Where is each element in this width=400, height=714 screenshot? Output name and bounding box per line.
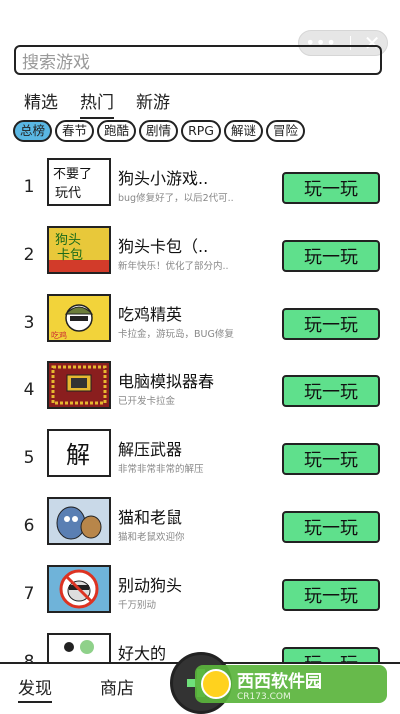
play-button[interactable]: 玩一玩	[282, 443, 380, 476]
game-thumbnail: 吃鸡	[47, 293, 111, 342]
chip-parkour[interactable]: 跑酷	[97, 120, 137, 142]
game-thumbnail	[47, 564, 111, 613]
svg-text:吃鸡: 吃鸡	[51, 330, 67, 340]
game-title: 狗头卡包（..	[118, 236, 209, 256]
rank-number: 5	[23, 448, 35, 469]
chip-story[interactable]: 剧情	[139, 120, 179, 142]
chip-overall[interactable]: 总榜	[13, 120, 53, 142]
rank-number: 6	[23, 515, 35, 536]
rank-number: 7	[23, 583, 35, 604]
rank-number: 1	[23, 177, 35, 197]
list-item[interactable]: 2 狗头 卡包 狗头卡包（.. 新年快乐！优化了部分内.. 玩一玩	[0, 223, 400, 291]
play-button[interactable]: 玩一玩	[282, 172, 380, 204]
game-description: bug修复好了，以后2代可..	[118, 193, 234, 204]
watermark-logo-icon	[201, 669, 231, 699]
game-description: 已开发卡拉金	[118, 396, 176, 408]
chip-rpg[interactable]: RPG	[181, 120, 221, 142]
tab-hot[interactable]: 热门	[80, 88, 114, 119]
svg-text:解: 解	[66, 441, 90, 469]
list-item[interactable]: 1 不要了 玩代 狗头小游戏.. bug修复好了，以后2代可.. 玩一玩	[0, 155, 400, 223]
play-button[interactable]: 玩一玩	[282, 510, 380, 543]
game-thumbnail	[47, 496, 111, 545]
game-description: 非常非常非常的解压	[118, 464, 204, 476]
svg-text:卡包: 卡包	[57, 248, 83, 263]
game-description: 新年快乐！优化了部分内..	[118, 260, 229, 272]
svg-text:狗头: 狗头	[55, 233, 81, 248]
list-item[interactable]: 4 电脑模拟器春 已开发卡拉金 玩一玩	[0, 358, 400, 426]
game-thumbnail: 解	[47, 429, 111, 478]
game-title: 解压武器	[118, 440, 183, 460]
svg-text:不要了: 不要了	[53, 167, 92, 182]
game-thumbnail	[47, 361, 111, 410]
chip-spring-festival[interactable]: 春节	[55, 120, 95, 142]
game-title: 狗头小游戏..	[118, 169, 209, 188]
game-title: 好大的	[118, 643, 167, 663]
nav-discover[interactable]: 发现	[18, 674, 52, 703]
top-tabs: 精选 热门 新游	[24, 88, 170, 119]
game-description: 猫和老鼠欢迎你	[118, 531, 185, 543]
rank-number: 4	[23, 380, 35, 401]
rank-number: 2	[23, 244, 35, 265]
list-item[interactable]: 7 别动狗头 千万别动 玩一玩	[0, 562, 400, 630]
game-list: 1 不要了 玩代 狗头小游戏.. bug修复好了，以后2代可.. 玩一玩 2 狗…	[0, 155, 400, 697]
play-button[interactable]: 玩一玩	[282, 307, 380, 340]
game-title: 猫和老鼠	[118, 507, 183, 527]
rank-number: 3	[23, 312, 35, 333]
watermark-text: 西西软件园 CR173.COM	[237, 667, 322, 702]
watermark-brand: 西西软件园	[237, 671, 322, 692]
search-placeholder: 搜索游戏	[22, 52, 90, 73]
list-item[interactable]: 5 解 解压武器 非常非常非常的解压 玩一玩	[0, 426, 400, 494]
list-item[interactable]: 6 猫和老鼠 猫和老鼠欢迎你 玩一玩	[0, 494, 400, 562]
tab-new[interactable]: 新游	[136, 88, 170, 119]
chip-adventure[interactable]: 冒险	[266, 120, 306, 142]
list-item[interactable]: 3 吃鸡 吃鸡精英 卡拉金，游玩岛，BUG修复 玩一玩	[0, 291, 400, 359]
play-button[interactable]: 玩一玩	[282, 239, 380, 272]
watermark-domain: CR173.COM	[237, 691, 291, 702]
chip-puzzle[interactable]: 解谜	[223, 120, 263, 142]
category-chips: 总榜 春节 跑酷 剧情 RPG 解谜 冒险	[13, 120, 306, 142]
search-input[interactable]: 搜索游戏	[14, 45, 382, 75]
watermark: 西西软件园 CR173.COM	[195, 665, 387, 703]
tab-featured[interactable]: 精选	[24, 88, 58, 119]
game-description: 卡拉金，游玩岛，BUG修复	[118, 328, 234, 340]
play-button[interactable]: 玩一玩	[282, 578, 380, 611]
game-thumbnail: 狗头 卡包	[47, 225, 111, 274]
nav-shop[interactable]: 商店	[100, 674, 134, 699]
game-title: 别动狗头	[118, 575, 183, 595]
svg-text:玩代: 玩代	[55, 186, 81, 201]
play-button[interactable]: 玩一玩	[282, 375, 380, 408]
game-description: 千万别动	[118, 599, 157, 611]
game-title: 电脑模拟器春	[118, 372, 215, 392]
game-thumbnail: 不要了 玩代	[47, 158, 111, 206]
game-title: 吃鸡精英	[118, 304, 183, 324]
